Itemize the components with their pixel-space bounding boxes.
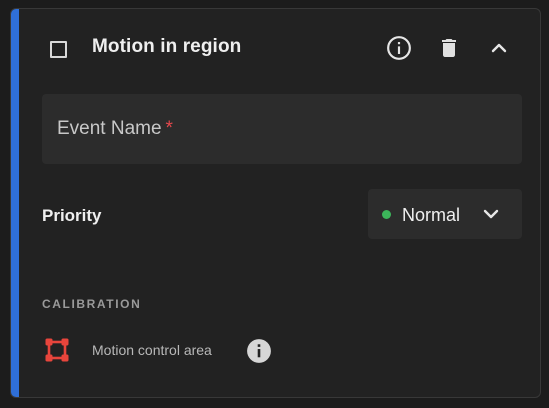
priority-label: Priority — [42, 206, 102, 225]
event-name-label-text: Event Name — [57, 118, 162, 139]
event-name-field[interactable]: Event Name * — [42, 94, 522, 164]
event-card: Motion in region Event Name * Priority No… — [10, 8, 541, 398]
chevron-up-icon — [491, 43, 507, 53]
info-button[interactable] — [383, 32, 415, 64]
calibration-heading: CALIBRATION — [42, 297, 142, 311]
info-icon[interactable] — [246, 338, 272, 364]
required-marker: * — [165, 118, 173, 139]
info-icon — [387, 36, 411, 60]
trash-icon — [442, 39, 456, 57]
region-select-icon[interactable] — [44, 337, 70, 363]
motion-control-area-label: Motion control area — [92, 342, 212, 358]
collapse-button[interactable] — [483, 32, 515, 64]
card-accent-bar — [11, 9, 19, 397]
card-title: Motion in region — [92, 36, 242, 57]
priority-status-dot — [382, 210, 391, 219]
event-name-label: Event Name * — [57, 118, 173, 140]
delete-button[interactable] — [433, 32, 465, 64]
priority-value: Normal — [402, 205, 461, 225]
chevron-down-icon — [483, 209, 499, 219]
priority-select[interactable]: Normal — [368, 189, 522, 239]
card-checkbox[interactable] — [50, 41, 67, 58]
